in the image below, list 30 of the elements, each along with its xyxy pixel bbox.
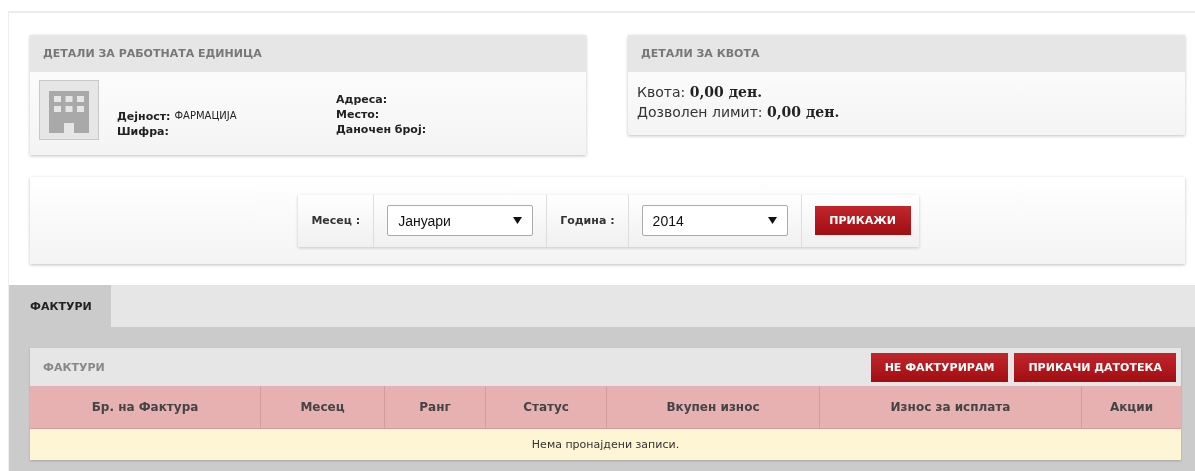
field-label: Адреса: xyxy=(336,93,388,108)
caret-icon xyxy=(767,217,777,224)
column-header: Статус xyxy=(485,386,607,429)
show-button[interactable]: ПРИКАЖИ xyxy=(814,206,911,235)
field-value: ФАРМАЦИЈА xyxy=(174,110,237,123)
quota-line: Квота: 0,00 ден. xyxy=(637,83,763,102)
action-button[interactable]: НЕ ФАКТУРИРАМ xyxy=(870,352,1009,382)
month-label: Месец : xyxy=(298,194,375,247)
action-button[interactable]: ПРИКАЧИ ДАТОТЕКА xyxy=(1014,352,1176,382)
field-label: Шифра: xyxy=(117,125,169,140)
card-title: ДЕТАЛИ ЗА РАБОТНАТА ЕДИНИЦА xyxy=(30,35,586,72)
column-header: Месец xyxy=(260,386,385,429)
column-header: Износ за исплата xyxy=(819,386,1082,429)
panel-title: ФАКТУРИ xyxy=(43,360,105,374)
column-header: Акции xyxy=(1081,386,1181,429)
building-icon xyxy=(39,80,99,140)
quota-line: Дозволен лимит: 0,00 ден. xyxy=(637,103,841,122)
field-label: Дејност: xyxy=(117,110,171,125)
card-title: ДЕТАЛИ ЗА КВОТА xyxy=(628,35,1185,72)
column-header: Бр. на Фактура xyxy=(30,386,261,429)
column-header: Вкупен износ xyxy=(606,386,820,429)
field-label: Даночен број: xyxy=(336,123,427,138)
empty-message: Нема пронајдени записи. xyxy=(30,428,1181,460)
year-select[interactable]: 2014 xyxy=(641,205,788,236)
year-label: Година : xyxy=(547,194,629,247)
tab[interactable]: ФАКТУРИ xyxy=(9,285,111,327)
column-header: Ранг xyxy=(384,386,486,429)
field-label: Место: xyxy=(336,108,380,123)
month-select[interactable]: Јануари xyxy=(387,205,534,236)
caret-icon xyxy=(513,217,523,224)
